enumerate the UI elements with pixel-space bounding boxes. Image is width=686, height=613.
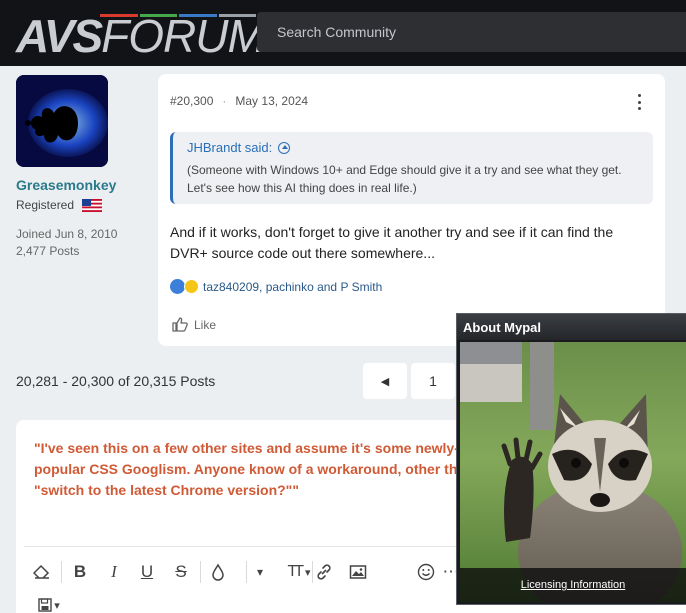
logo-text: AVSFORUM [16,10,266,62]
jump-to-quote-icon[interactable] [278,141,291,154]
post-card: #20,300 · May 13, 2024 JHBrandt said: (S… [158,74,665,346]
post-number[interactable]: #20,300 [170,94,213,108]
avsforum-logo[interactable]: AVSFORUM [16,10,266,60]
toolbar-separator [246,561,247,583]
raccoon-illustration [460,342,686,602]
reaction-users[interactable]: taz840209, pachinko and P Smith [203,280,382,294]
reactions[interactable]: taz840209, pachinko and P Smith [170,279,382,294]
floppy-disk-icon [38,598,52,612]
laugh-reaction-icon [184,279,199,294]
eraser-icon [33,564,50,579]
clear-format-button[interactable] [30,560,54,584]
search-box[interactable] [257,12,686,52]
prev-page-button[interactable]: ◀ [363,363,407,399]
search-input[interactable] [257,12,686,52]
like-button[interactable]: Like [172,317,216,332]
save-draft-button[interactable]: ▾ [34,593,64,613]
author-username[interactable]: Greasemonkey [16,177,116,193]
text-size-icon: TT [287,563,303,580]
kebab-dot [637,100,641,104]
dialog-title[interactable]: About Mypal [457,314,686,340]
post-count-summary: 20,281 - 20,300 of 20,315 Posts [16,373,216,389]
author-stats: Joined Jun 8, 2010 2,477 Posts [16,226,117,260]
emoji-button[interactable] [414,560,438,584]
author-post-count: 2,477 Posts [16,244,80,258]
smiley-icon [417,563,435,581]
thumbs-up-icon [172,317,188,332]
site-header: AVSFORUM [0,0,686,66]
meta-separator: · [222,94,227,108]
strikethrough-button[interactable]: S [169,560,193,584]
text-size-caret-icon: ▾ [305,566,311,579]
logo-avs: AVS [16,10,103,62]
page-1-button[interactable]: 1 [411,363,455,399]
author-role: Registered [16,198,103,212]
like-label: Like [194,317,217,332]
licensing-information-link[interactable]: Licensing Information [521,579,626,591]
author-role-label: Registered [16,198,75,212]
raccoon-image: Licensing Information [460,342,686,602]
link-icon [317,564,331,580]
font-dropdown-caret-icon: ▾ [256,565,264,579]
save-draft-caret-icon: ▾ [54,599,60,612]
logo-forum: FORUM [101,10,266,62]
quote-text: (Someone with Windows 10+ and Edge shoul… [187,163,622,195]
post-date: May 13, 2024 [235,94,309,108]
licensing-bar: Licensing Information [460,568,686,602]
image-icon [349,565,367,579]
fractal-avatar-image [16,75,108,167]
post-body: And if it works, don't forget to give it… [170,224,614,261]
insert-link-button[interactable] [312,560,336,584]
text-color-button[interactable] [206,560,230,584]
bold-button[interactable]: B [68,560,92,584]
quote-header[interactable]: JHBrandt said: [187,140,639,155]
insert-image-button[interactable] [346,560,370,584]
prev-page-icon: ◀ [380,375,390,388]
kebab-dot [637,94,641,97]
editor-content[interactable]: "I've seen this on a few other sites and… [34,438,474,501]
us-flag-icon [82,198,103,212]
about-mypal-dialog: About Mypal Licensing Information [456,313,686,605]
author-joined: Joined Jun 8, 2010 [16,227,118,241]
toolbar-separator [200,561,201,583]
avatar[interactable] [16,75,108,167]
page-1-label: 1 [429,373,437,389]
droplet-icon [212,563,224,581]
quote-author[interactable]: JHBrandt said: [187,140,272,155]
quote-block: JHBrandt said: (Someone with Windows 10+… [170,132,653,204]
like-reaction-icon [170,279,185,294]
font-dropdown-button[interactable]: ▾ [248,560,272,584]
toolbar-separator [61,561,62,583]
text-size-button[interactable]: TT ▾ [282,560,316,584]
post-meta: #20,300 · May 13, 2024 [170,94,308,108]
post-menu-icon[interactable] [632,92,646,112]
underline-button[interactable]: U [135,560,159,584]
italic-button[interactable]: I [102,560,126,584]
kebab-dot [637,107,641,110]
